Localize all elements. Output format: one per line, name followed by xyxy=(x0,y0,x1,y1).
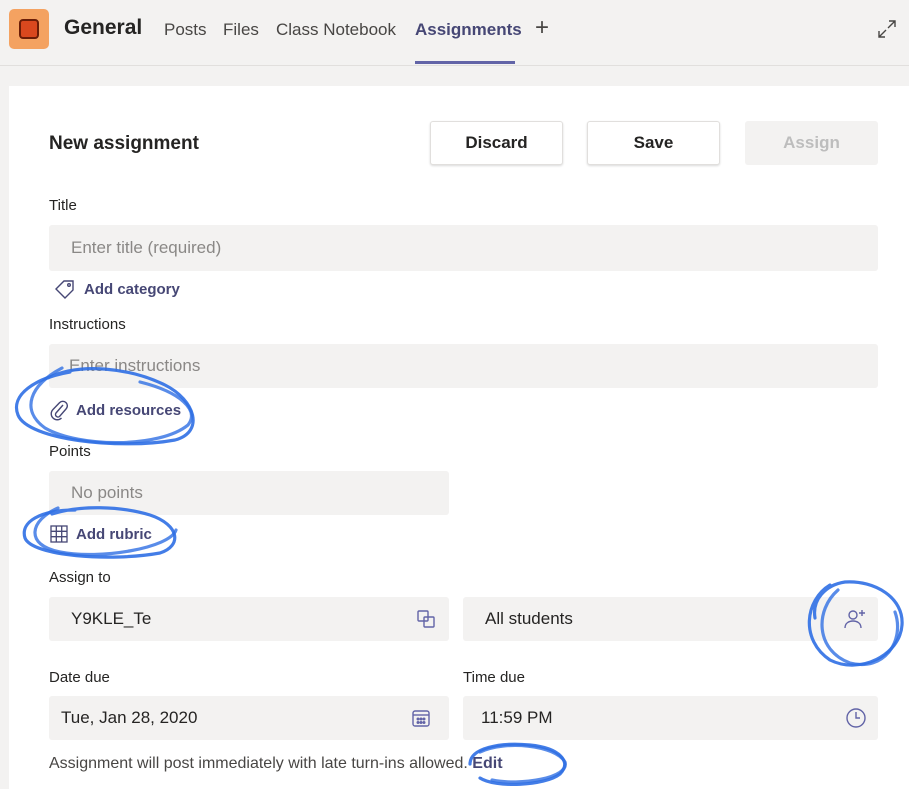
class-value: Y9KLE_Te xyxy=(71,609,152,628)
expand-icon[interactable] xyxy=(876,18,898,40)
add-tab-button[interactable]: + xyxy=(535,16,549,40)
table-icon xyxy=(50,525,68,543)
add-category-link[interactable]: Add category xyxy=(54,279,180,299)
date-due-picker[interactable]: Tue, Jan 28, 2020 xyxy=(49,696,449,740)
students-select[interactable]: All students xyxy=(463,597,878,641)
date-due-label: Date due xyxy=(49,669,110,686)
time-due-label: Time due xyxy=(463,669,525,686)
footer-text: Assignment will post immediately with la… xyxy=(49,755,468,772)
title-input[interactable]: Enter title (required) xyxy=(49,225,878,271)
copy-icon[interactable] xyxy=(416,609,436,629)
clock-icon[interactable] xyxy=(845,707,867,729)
add-resources-label: Add resources xyxy=(76,401,182,419)
discard-button[interactable]: Discard xyxy=(430,121,563,165)
add-rubric-link[interactable]: Add rubric xyxy=(50,525,152,543)
calendar-icon[interactable] xyxy=(411,708,431,728)
tab-class-notebook[interactable]: Class Notebook xyxy=(276,20,396,40)
title-label: Title xyxy=(49,197,77,214)
edit-link[interactable]: Edit xyxy=(472,755,502,772)
instructions-input[interactable]: Enter instructions xyxy=(49,344,878,388)
add-person-icon[interactable] xyxy=(843,608,867,630)
assign-button[interactable]: Assign xyxy=(745,121,878,165)
date-due-value: Tue, Jan 28, 2020 xyxy=(61,708,198,727)
top-bar: General Posts Files Class Notebook Assig… xyxy=(0,0,909,66)
tab-posts[interactable]: Posts xyxy=(164,20,207,40)
save-button[interactable]: Save xyxy=(587,121,720,165)
tag-icon xyxy=(55,280,74,299)
team-logo[interactable] xyxy=(9,9,49,49)
points-input[interactable]: No points xyxy=(49,471,449,515)
assignment-card xyxy=(9,86,909,789)
class-select[interactable]: Y9KLE_Te xyxy=(49,597,449,641)
add-resources-link[interactable]: Add resources xyxy=(50,399,181,421)
title-placeholder: Enter title (required) xyxy=(71,238,222,257)
form-title: New assignment xyxy=(49,133,199,154)
points-label: Points xyxy=(49,443,91,460)
channel-name: General xyxy=(64,16,143,39)
footer-note: Assignment will post immediately with la… xyxy=(49,755,503,773)
add-category-label: Add category xyxy=(84,280,180,298)
time-due-picker[interactable]: 11:59 PM xyxy=(463,696,878,740)
instructions-placeholder: Enter instructions xyxy=(69,356,201,375)
time-due-value: 11:59 PM xyxy=(481,708,553,727)
paperclip-icon xyxy=(50,400,68,421)
tab-files[interactable]: Files xyxy=(223,20,259,40)
points-placeholder: No points xyxy=(71,483,143,502)
add-rubric-label: Add rubric xyxy=(76,525,152,543)
active-tab-indicator xyxy=(415,61,515,64)
assign-to-label: Assign to xyxy=(49,569,111,586)
tab-assignments[interactable]: Assignments xyxy=(415,20,522,40)
instructions-label: Instructions xyxy=(49,316,126,333)
students-value: All students xyxy=(485,609,573,628)
